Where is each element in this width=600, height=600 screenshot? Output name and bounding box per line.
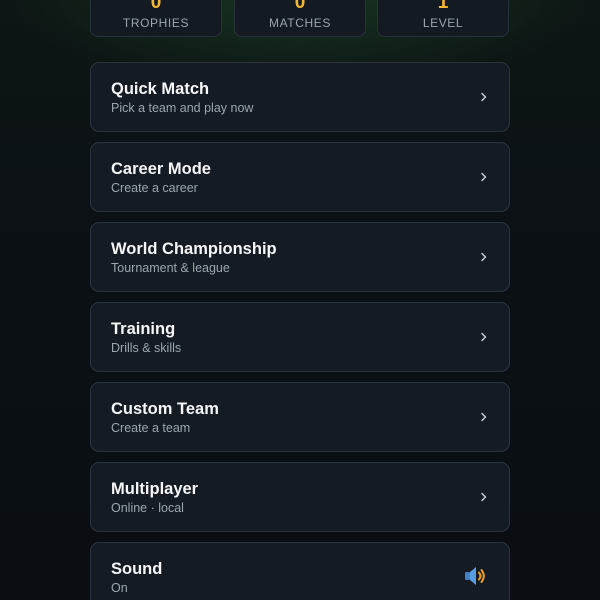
- chevron-right-icon: [481, 172, 487, 182]
- sound-toggle[interactable]: Sound On: [90, 542, 510, 600]
- trophies-label: TROPHIES: [122, 16, 190, 30]
- menu-item-career-mode[interactable]: Career Mode Create a career: [90, 142, 510, 212]
- stat-card-level: 1 LEVEL: [377, 0, 509, 37]
- speaker-on-icon: [465, 567, 485, 585]
- menu-item-title: Multiplayer: [111, 480, 199, 498]
- menu-item-title: World Championship: [111, 240, 277, 258]
- menu-item-subtitle: Pick a team and play now: [111, 101, 254, 115]
- sound-title: Sound: [111, 560, 163, 578]
- menu-item-subtitle: Drills & skills: [111, 341, 182, 355]
- menu-item-training[interactable]: Training Drills & skills: [90, 302, 510, 372]
- stat-card-matches: 0 MATCHES: [234, 0, 366, 37]
- menu-item-title: Career Mode: [111, 160, 211, 178]
- menu-item-subtitle: Create a career: [111, 181, 198, 195]
- stat-card-trophies: 0 TROPHIES: [90, 0, 222, 37]
- sound-status: On: [111, 581, 128, 595]
- chevron-right-icon: [481, 492, 487, 502]
- menu-item-subtitle: Online · local: [111, 501, 184, 515]
- chevron-right-icon: [481, 252, 487, 262]
- menu-item-subtitle: Create a team: [111, 421, 191, 435]
- chevron-right-icon: [481, 332, 487, 342]
- menu-item-world-championship[interactable]: World Championship Tournament & league: [90, 222, 510, 292]
- menu-item-title: Quick Match: [111, 80, 210, 98]
- level-value: 1: [437, 0, 449, 13]
- level-label: LEVEL: [422, 16, 464, 30]
- matches-label: MATCHES: [269, 16, 331, 30]
- menu-item-title: Custom Team: [111, 400, 219, 418]
- menu-item-custom-team[interactable]: Custom Team Create a team: [90, 382, 510, 452]
- chevron-right-icon: [481, 412, 487, 422]
- stats-row: 0 TROPHIES 0 MATCHES 1 LEVEL: [90, 0, 510, 39]
- menu-item-quick-match[interactable]: Quick Match Pick a team and play now: [90, 62, 510, 132]
- trophies-value: 0: [150, 0, 162, 13]
- menu-item-multiplayer[interactable]: Multiplayer Online · local: [90, 462, 510, 532]
- matches-value: 0: [294, 0, 306, 13]
- menu-item-subtitle: Tournament & league: [111, 261, 230, 275]
- chevron-right-icon: [481, 92, 487, 102]
- menu-item-title: Training: [111, 320, 176, 338]
